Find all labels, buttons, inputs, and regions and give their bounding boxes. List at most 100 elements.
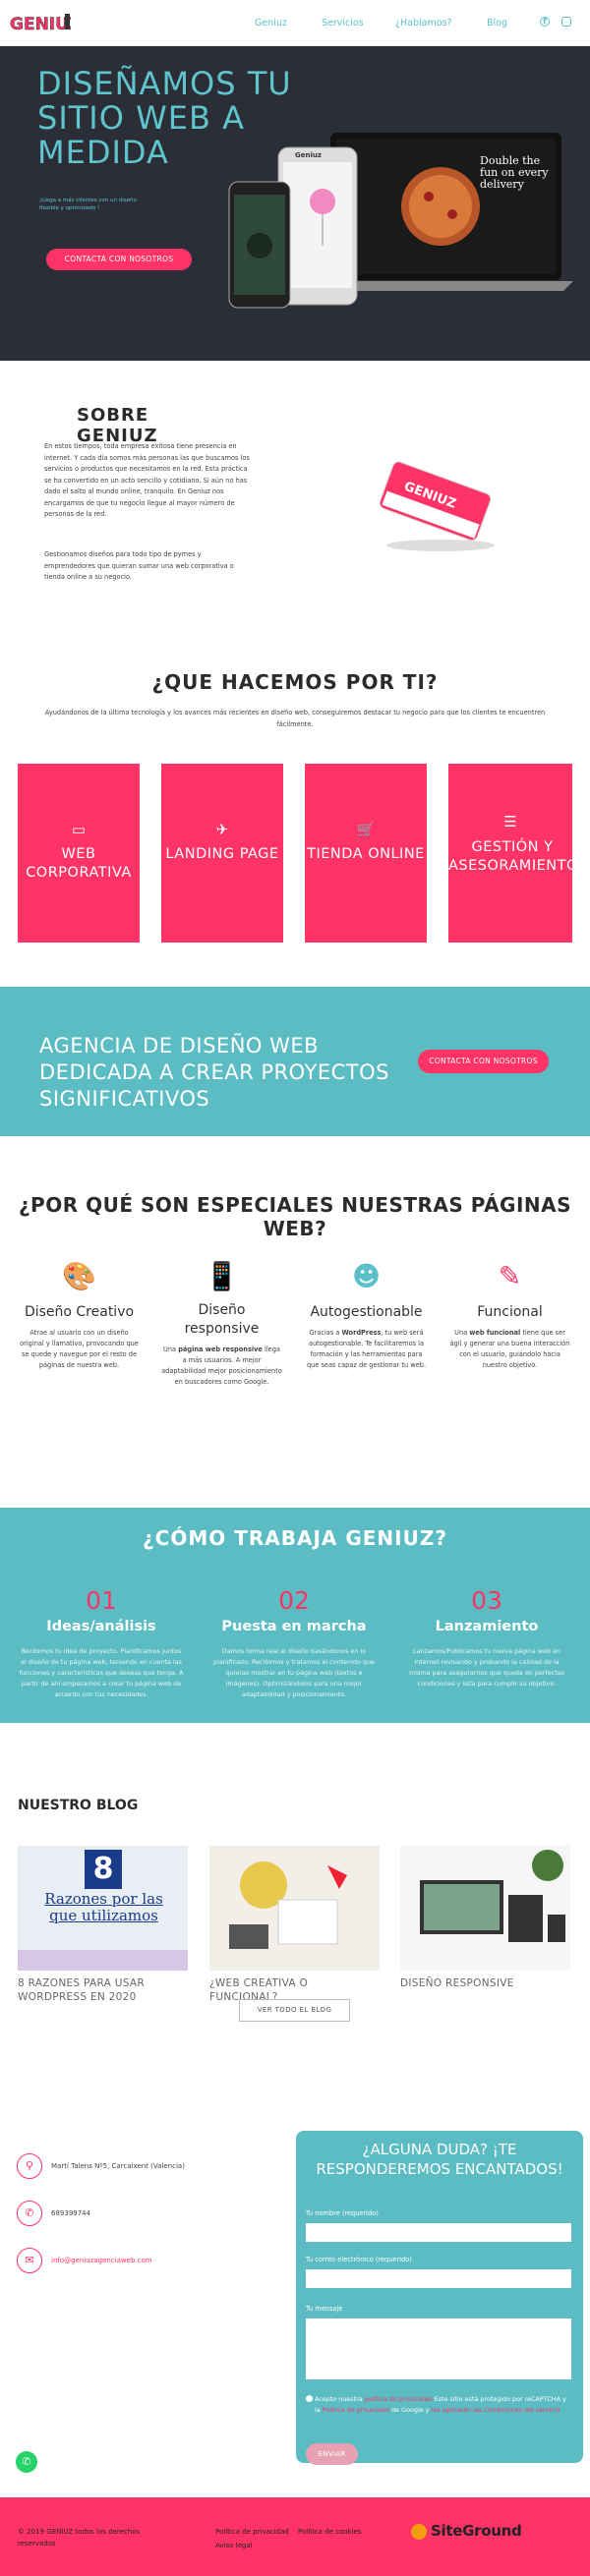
copyright: © 2019 GENIUZ todos los derechos — [18, 2528, 141, 2536]
business-card-image: GENIUZ — [372, 447, 500, 555]
nav-blog[interactable]: Blog — [487, 18, 507, 29]
contact-address: Martí Talens Nº5, Carcaixent (Valencia) — [51, 2162, 185, 2170]
porque-title: ¿POR QUÉ SON ESPECIALES NUESTRAS PÁGINAS… — [18, 1193, 572, 1240]
service-card-label: LANDING PAGE — [165, 846, 279, 862]
paint-palette-icon: 🎨 — [62, 1260, 96, 1292]
message-label: Tu mensaje — [306, 2305, 343, 2313]
que-hacemos-title: ¿QUE HACEMOS POR TI? — [151, 670, 439, 694]
accept-checkbox[interactable] — [306, 2395, 313, 2402]
cookies-policy-link[interactable]: Política de cookies — [298, 2528, 362, 2536]
svg-text:GENIUZ: GENIUZ — [10, 15, 71, 34]
feature-title: Autogestionable — [310, 1304, 423, 1320]
smartphone-icon: 📱 — [205, 1260, 239, 1292]
blog-post-image[interactable] — [400, 1846, 570, 1971]
contact-phone[interactable]: 689399744 — [51, 2209, 90, 2217]
service-card-label: WEB CORPORATIVA — [26, 846, 132, 881]
blog-post-image[interactable]: 8 Razones por las que utilizamos — [18, 1846, 188, 1971]
nav-servicios[interactable]: Servicios — [322, 18, 364, 29]
blog-post-title[interactable]: DISEÑO RESPONSIVE — [400, 1976, 570, 1990]
accept-text: Acepto nuestra política de privacidad Es… — [315, 2395, 566, 2414]
hero-subtitle: ¡Llega a más clientes con un diseño flex… — [39, 198, 137, 211]
legal-notice-link[interactable]: Aviso legal — [215, 2542, 253, 2549]
step-ideas: 01 Ideas/análisis Recibimos tu idea de p… — [18, 1587, 185, 1700]
form-title: ¿ALGUNA DUDA? ¡TE RESPONDEREMOS ENCANTAD… — [316, 2141, 563, 2178]
cart-icon: 🛒 — [356, 821, 376, 838]
blog-post-1[interactable]: 8 Razones por las que utilizamos 8 RAZON… — [18, 1846, 188, 2004]
step-number: 01 — [86, 1586, 117, 1615]
feature-title: Funcional — [477, 1304, 543, 1320]
email-field[interactable] — [306, 2269, 571, 2288]
feature-diseno-responsive: 📱 Diseño responsive Una página web respo… — [160, 1258, 283, 1388]
step-text: Recibimos tu idea de proyecto. Planifica… — [19, 1647, 184, 1698]
contact-email[interactable]: info@geniuzagenciaweb.com — [51, 2257, 152, 2264]
location-icon: ⚲ — [17, 2153, 42, 2179]
step-lanzamiento: 03 Lanzamiento Lanzamos/Publicamos tu nu… — [403, 1587, 570, 1689]
blog-post-image[interactable] — [209, 1846, 380, 1971]
blog-title: NUESTRO BLOG — [18, 1798, 139, 1813]
instagram-icon[interactable] — [561, 17, 571, 27]
step-title: Lanzamiento — [435, 1619, 539, 1634]
siteground-logo[interactable]: SiteGround — [431, 2522, 522, 2540]
siteground-logo-icon — [411, 2524, 427, 2540]
site-header: GENIUZ Geniuz Servicios ¿Hablamos? Blog … — [0, 0, 590, 46]
smiley-icon: ☻ — [351, 1260, 382, 1292]
step-text: Damos forma real al diseño basándonos en… — [213, 1647, 375, 1698]
sobre-title: SOBRE GENIUZ — [77, 405, 158, 446]
hero-contact-button[interactable]: CONTACTA CON NOSOTROS — [46, 249, 192, 270]
blog-post-title[interactable]: 8 RAZONES PARA USAR WORDPRESS EN 2020 — [18, 1976, 188, 2004]
blog-post-3[interactable]: DISEÑO RESPONSIVE — [400, 1846, 570, 1990]
agencia-title: AGENCIA DE DISEÑO WEB DEDICADA A CREAR P… — [39, 1034, 389, 1111]
phone-icon: ✆ — [17, 2201, 42, 2226]
feature-text: Gracias a WordPress, tu web será autoges… — [306, 1329, 427, 1369]
laptop-icon: ▭ — [71, 821, 87, 838]
feature-text: Una web funcional tiene que ser ágil y g… — [449, 1329, 570, 1369]
nav-geniuz[interactable]: Geniuz — [255, 18, 287, 29]
google-privacy-link[interactable]: Política de privacidad — [323, 2406, 389, 2414]
facebook-icon[interactable]: f — [540, 17, 550, 27]
laptop-screen-text: Double the fun on every delivery — [480, 154, 549, 191]
phone-brand: Geniuz — [295, 151, 322, 159]
sobre-paragraph-1: En estos tiempos, toda empresa exitosa t… — [44, 442, 250, 518]
service-card-landing-page[interactable]: ✈ LANDING PAGE — [161, 764, 283, 943]
blog-post-2[interactable]: ¿WEB CREATIVA O FUNCIONAL? — [209, 1846, 380, 2004]
step-number: 03 — [471, 1586, 502, 1615]
feature-funcional: ✎ Funcional Una web funcional tiene que … — [448, 1258, 571, 1371]
email-icon: ✉ — [17, 2248, 42, 2273]
list-icon: ☰ — [503, 813, 517, 830]
service-card-web-corporativa[interactable]: ▭ WEB CORPORATIVA — [18, 764, 140, 943]
nav-hablamos[interactable]: ¿Hablamos? — [395, 18, 452, 29]
plane-icon: ✈ — [215, 821, 229, 838]
whatsapp-icon[interactable]: ✆ — [16, 2451, 37, 2473]
agencia-contact-button[interactable]: CONTACTA CON NOSOTROS — [418, 1050, 549, 1073]
copyright-reserved: reservados — [18, 2540, 56, 2547]
service-card-label: TIENDA ONLINE — [307, 846, 425, 862]
feature-autogestionable: ☻ Autogestionable Gracias a WordPress, t… — [305, 1258, 428, 1371]
feature-text: Una página web responsive llega a más us… — [161, 1345, 282, 1386]
view-all-blog-button[interactable]: VER TODO EL BLOG — [239, 1999, 350, 2022]
geniuz-logo[interactable]: GENIUZ — [8, 6, 82, 39]
step-title: Puesta en marcha — [221, 1619, 367, 1634]
service-card-tienda-online[interactable]: 🛒 TIENDA ONLINE — [305, 764, 427, 943]
blog-post-number: 8 — [85, 1850, 122, 1889]
privacy-policy-link[interactable]: Política de privacidad — [215, 2528, 289, 2536]
feature-diseno-creativo: 🎨 Diseño Creativo Atrae al usuario con u… — [18, 1258, 141, 1371]
que-hacemos-text: Ayudándonos de la última tecnología y lo… — [44, 709, 546, 728]
name-field[interactable] — [306, 2223, 571, 2242]
step-title: Ideas/análisis — [46, 1619, 156, 1634]
privacy-link[interactable]: política de privacidad — [365, 2395, 433, 2403]
service-card-label: GESTIÓN Y ASESORAMIENTO — [448, 839, 578, 874]
device-mockups: Double the fun on every delivery Geniuz — [224, 128, 578, 344]
edit-icon: ✎ — [498, 1260, 522, 1292]
terms-link[interactable]: los aplicarán las Condiciones del servic… — [432, 2406, 560, 2414]
send-button[interactable]: ENVIAR — [306, 2443, 358, 2465]
blog-post-image-text: Razones por las que utilizamos — [44, 1890, 163, 1924]
message-field[interactable] — [306, 2318, 571, 2379]
feature-title: Diseño responsive — [184, 1302, 260, 1337]
service-card-gestion[interactable]: ☰ GESTIÓN Y ASESORAMIENTO — [448, 764, 577, 943]
name-label: Tu nombre (requerido) — [306, 2209, 379, 2217]
step-number: 02 — [278, 1586, 310, 1615]
feature-title: Diseño Creativo — [24, 1304, 135, 1320]
como-trabaja-title: ¿CÓMO TRABAJA GENIUZ? — [143, 1526, 447, 1550]
email-label: Tu correo electrónico (requerido) — [306, 2256, 412, 2263]
step-puesta-en-marcha: 02 Puesta en marcha Damos forma real al … — [210, 1587, 378, 1700]
